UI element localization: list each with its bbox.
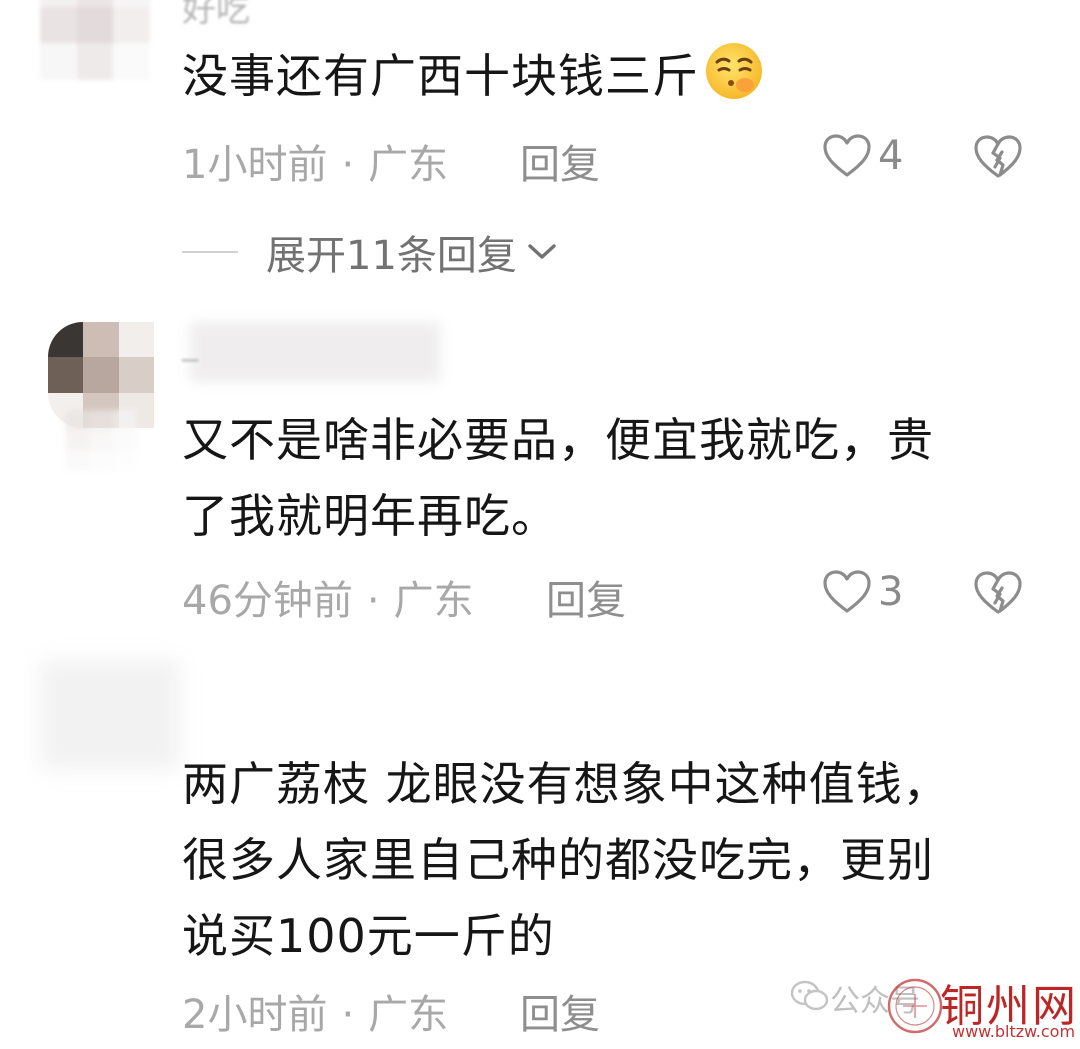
broken-heart-icon[interactable]	[972, 570, 1024, 616]
divider-line	[182, 251, 238, 253]
shushing-face-emoji	[703, 40, 765, 102]
meta-separator: ·	[341, 992, 355, 1038]
brand-url: www.bltzw.com	[952, 1022, 1076, 1041]
comment-time: 1小时前	[182, 142, 328, 188]
comment-text: 两广荔枝 龙眼没有想象中这种值钱， 很多人家里自己种的都没吃完，更别 说买100…	[182, 757, 950, 963]
like-count: 4	[878, 133, 904, 179]
reply-button[interactable]: 回复	[520, 132, 600, 190]
comment-meta: 46分钟前 · 广东	[182, 568, 474, 626]
like-count: 3	[878, 569, 904, 615]
heart-icon	[823, 134, 871, 177]
comment-location: 广东	[368, 992, 449, 1038]
seal-icon	[887, 978, 943, 1034]
comment-meta: 1小时前 · 广东	[182, 132, 448, 190]
reply-button[interactable]: 回复	[546, 568, 626, 626]
watermark: 公众号 铜州网 www.bltzw.com	[790, 966, 1080, 1046]
broken-heart-icon[interactable]	[972, 134, 1024, 180]
comment-text: 没事还有广西十块钱三斤	[182, 38, 765, 114]
comment-time: 2小时前	[182, 992, 328, 1038]
meta-separator: ·	[366, 578, 380, 624]
comment-feed: 好吃 没事还有广西十块钱三斤 1小时前 · 广东 回复 4 展开11条回复 _ …	[0, 0, 1080, 1049]
wechat-icon	[790, 980, 829, 1011]
like-button[interactable]: 4	[822, 130, 903, 182]
expand-replies[interactable]: 展开11条回复	[182, 222, 559, 282]
comment-time: 46分钟前	[182, 578, 353, 624]
meta-separator: ·	[341, 142, 355, 188]
username[interactable]: 好吃	[182, 0, 250, 31]
comment-location: 广东	[393, 578, 474, 624]
expand-replies-label: 展开11条回复	[266, 233, 517, 279]
comment-text: 又不是啥非必要品，便宜我就吃，贵 了我就明年再吃。	[182, 413, 934, 543]
avatar[interactable]	[40, 0, 150, 80]
chevron-down-icon	[528, 244, 556, 259]
comment-location: 广东	[368, 142, 449, 188]
avatar[interactable]	[40, 660, 180, 770]
comment-meta: 2小时前 · 广东	[182, 982, 448, 1040]
heart-icon	[823, 570, 871, 613]
reply-button[interactable]: 回复	[520, 982, 600, 1040]
like-button[interactable]: 3	[822, 566, 903, 618]
username-redacted	[190, 322, 440, 382]
avatar-blur-overlay	[66, 410, 136, 470]
username[interactable]: _	[182, 324, 198, 362]
